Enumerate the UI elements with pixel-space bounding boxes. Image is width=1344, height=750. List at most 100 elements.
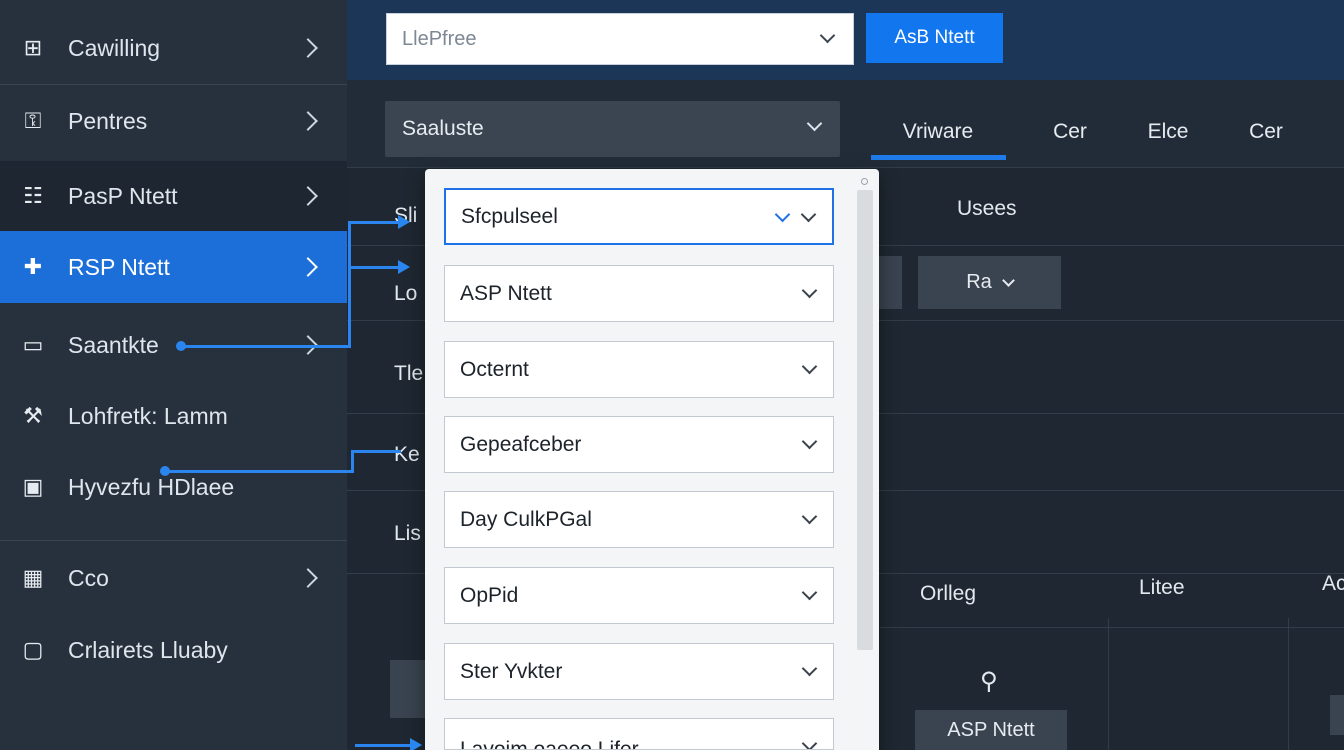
chevron-down-icon: [1001, 273, 1015, 287]
chevron-down-icon: [801, 282, 818, 299]
users-header: Usees: [957, 197, 1017, 220]
option-label: Ster Yvkter: [460, 659, 563, 683]
option-label: OpPid: [460, 583, 519, 607]
connector-line: [182, 345, 351, 348]
dropdown-option-7[interactable]: Ster Yvkter: [444, 643, 834, 700]
chevron-down-icon: [801, 358, 818, 375]
divider: [0, 540, 347, 541]
sidebar-item-lohfretk-lamm[interactable]: ⚒ Lohfretk: Lamm: [0, 380, 347, 452]
connector-line: [351, 450, 401, 453]
asp-ntett-button[interactable]: ASP Ntett: [915, 710, 1067, 750]
option-label: Octernt: [460, 357, 529, 381]
top-action-button[interactable]: AsB Ntett: [866, 13, 1003, 63]
dropdown-option-3[interactable]: Octernt: [444, 341, 834, 398]
divider: [1288, 618, 1289, 750]
sidebar: ⊞ Cawilling ⚿ Pentres ☷ PasP Ntett ✚ RSP…: [0, 0, 347, 750]
sidebar-item-label: Lohfretk: Lamm: [68, 402, 228, 429]
chevron-down-icon: [801, 584, 818, 601]
chevron-down-icon: [819, 27, 836, 44]
table-icon: ▦: [22, 565, 44, 590]
toolbar-select-value: Saaluste: [402, 117, 484, 140]
chevron-down-icon: [800, 206, 817, 223]
divider: [1108, 618, 1109, 750]
sidebar-item-rsp-ntett[interactable]: ✚ RSP Ntett: [0, 231, 347, 303]
ra-dropdown-button[interactable]: Ra: [918, 256, 1061, 309]
chevron-down-icon: [801, 508, 818, 525]
option-label: Lavoim oaeeo Lifer: [460, 738, 639, 750]
sidebar-item-cawilling[interactable]: ⊞ Cawilling: [0, 12, 347, 84]
tab-vriware[interactable]: Vriware: [875, 104, 1001, 160]
toolbar-select[interactable]: Saaluste: [385, 101, 840, 157]
sidebar-item-label: Crlairets Lluaby: [68, 636, 228, 663]
dropdown-option-8[interactable]: Lavoim oaeeo Lifer: [444, 718, 834, 750]
dropdown-option-1[interactable]: Sfcpulseel: [444, 188, 834, 245]
sidebar-item-label: Saantkte: [68, 331, 159, 358]
sidebar-item-label: Cawilling: [68, 34, 161, 61]
sidebar-item-label: RSP Ntett: [68, 253, 170, 280]
sidebar-item-crlairets-lluaby[interactable]: ▢ Crlairets Lluaby: [0, 614, 347, 686]
top-select-value: LlePfree: [402, 27, 477, 50]
filter-button-left[interactable]: [878, 256, 902, 309]
lock-icon: ⚿: [24, 108, 42, 133]
dropdown-option-2[interactable]: ASP Ntett: [444, 265, 834, 322]
active-tab-indicator: [871, 155, 1006, 160]
chevron-right-icon: [298, 111, 318, 131]
connector-line: [348, 221, 351, 346]
arrow-right-icon: [398, 260, 410, 274]
column-header-orlleg: Orlleg: [920, 582, 977, 605]
dropdown-option-4[interactable]: Gepeafceber: [444, 416, 834, 473]
link-icon[interactable]: ⚲: [980, 667, 998, 696]
chevron-down-icon: [774, 206, 791, 223]
chevron-down-icon: [801, 660, 818, 677]
ra-label: Ra: [966, 271, 992, 293]
dropdown-option-6[interactable]: OpPid: [444, 567, 834, 624]
sidebar-item-hyvezfu-hdlaee[interactable]: ▣ Hyvezfu HDlaee: [0, 451, 347, 523]
chevron-right-icon: [298, 186, 318, 206]
right-edge-button[interactable]: [1330, 695, 1344, 735]
connector-line: [351, 450, 354, 473]
device-icon: ▣: [22, 474, 44, 499]
sidebar-item-cco[interactable]: ▦ Cco: [0, 542, 347, 614]
dropdown-option-5[interactable]: Day CulkPGal: [444, 491, 834, 548]
sidebar-item-pentres[interactable]: ⚿ Pentres: [0, 85, 347, 157]
scrollbar[interactable]: [857, 190, 873, 650]
chevron-down-icon: [806, 115, 823, 132]
column-header-ac: Ac: [1322, 572, 1344, 595]
connector-line: [165, 470, 353, 473]
connector-dot: [160, 466, 170, 476]
folder-icon: ▢: [22, 637, 44, 662]
tab-cer[interactable]: Cer: [1035, 104, 1105, 160]
ladder-icon: ☷: [23, 183, 43, 208]
connector-line: [355, 744, 410, 747]
plus-icon: ✚: [23, 254, 43, 279]
row-label-lis: Lis: [394, 522, 421, 545]
sidebar-item-label: Cco: [68, 564, 109, 591]
wrench-icon: ⚒: [23, 403, 43, 428]
sidebar-item-label: Hyvezfu HDlaee: [68, 473, 235, 500]
scroll-up-icon[interactable]: [861, 178, 868, 185]
monitor-icon: ▭: [22, 332, 44, 357]
grid-icon: ⊞: [23, 35, 43, 60]
row-label-lo: Lo: [394, 282, 418, 305]
column-header-litee: Litee: [1139, 576, 1185, 599]
left-action-button[interactable]: [390, 660, 430, 718]
sidebar-item-label: PasP Ntett: [68, 182, 178, 209]
chevron-down-icon: [801, 735, 818, 749]
row-label-ke: Ke: [394, 443, 420, 466]
connector-line: [348, 221, 398, 224]
divider: [880, 627, 1344, 628]
option-label: ASP Ntett: [460, 281, 552, 305]
arrow-right-icon: [398, 215, 410, 229]
option-label: Sfcpulseel: [461, 204, 558, 228]
tab-cer-2[interactable]: Cer: [1231, 104, 1301, 160]
chevron-right-icon: [298, 38, 318, 58]
connector-line: [348, 266, 398, 269]
arrow-right-icon: [410, 738, 422, 750]
chevron-right-icon: [298, 568, 318, 588]
connector-dot: [176, 341, 186, 351]
sidebar-item-pasp-ntett[interactable]: ☷ PasP Ntett: [0, 161, 347, 231]
tab-elce[interactable]: Elce: [1133, 104, 1203, 160]
top-select[interactable]: LlePfree: [386, 13, 854, 65]
option-label: Day CulkPGal: [460, 507, 592, 531]
chevron-right-icon: [298, 257, 318, 277]
